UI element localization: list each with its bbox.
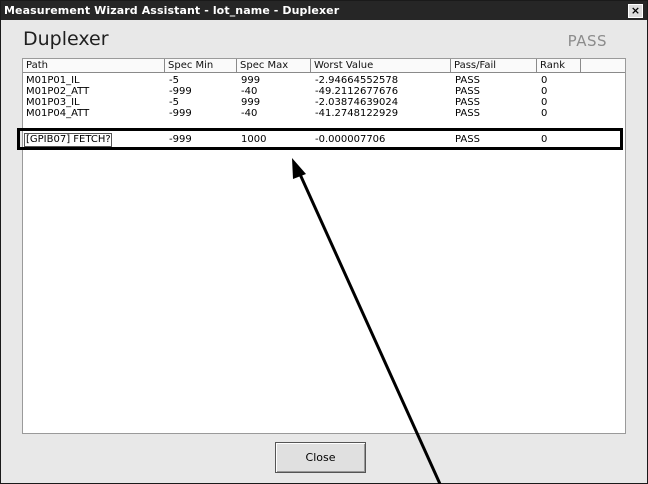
- cell-spec-min: -999: [169, 86, 192, 97]
- page-title: Duplexer: [23, 28, 109, 50]
- cell-worst-value: -49.2112677676: [315, 86, 399, 97]
- cell-rank: 0: [541, 97, 548, 108]
- cell-pass-fail: PASS: [455, 97, 480, 108]
- close-button[interactable]: Close: [275, 442, 366, 473]
- cell-worst-value: -2.03874639024: [315, 97, 399, 108]
- cell-rank: 0: [541, 86, 548, 97]
- cell-spec-max: 999: [241, 97, 261, 108]
- column-header-empty: [581, 59, 625, 73]
- cell-path: M01P03_IL: [26, 97, 80, 108]
- column-header-spec-min[interactable]: Spec Min: [165, 59, 237, 73]
- close-icon[interactable]: ×: [628, 4, 643, 18]
- cell-rank: 0: [541, 75, 548, 86]
- cell-path: M01P04_ATT: [26, 108, 90, 119]
- cell-spec-min: -999: [169, 108, 192, 119]
- cell-pass-fail: PASS: [455, 86, 480, 97]
- column-header-rank[interactable]: Rank: [537, 59, 581, 73]
- cell-path: M01P02_ATT: [26, 86, 90, 97]
- cell-pass-fail: PASS: [455, 108, 480, 119]
- cell-spec-min: -5: [169, 75, 179, 86]
- column-header-spec-max[interactable]: Spec Max: [237, 59, 311, 73]
- cell-rank: 0: [541, 108, 548, 119]
- column-header-worst-value[interactable]: Worst Value: [311, 59, 451, 73]
- cell-spec-max: -40: [241, 108, 258, 119]
- cell-worst-value: -41.2748122929: [315, 108, 399, 119]
- column-header-path[interactable]: Path: [23, 59, 165, 73]
- cell-path: M01P01_IL: [26, 75, 80, 86]
- dialog-window: Measurement Wizard Assistant - lot_name …: [0, 0, 648, 484]
- cell-worst-value: -2.94664552578: [315, 75, 399, 86]
- title-bar[interactable]: Measurement Wizard Assistant - lot_name …: [1, 1, 647, 20]
- column-header-pass-fail[interactable]: Pass/Fail: [451, 59, 537, 73]
- row-highlight-box: [17, 128, 623, 150]
- cell-pass-fail: PASS: [455, 75, 480, 86]
- cell-spec-min: -5: [169, 97, 179, 108]
- results-table: Path Spec Min Spec Max Worst Value Pass/…: [22, 58, 626, 434]
- cell-spec-max: -40: [241, 86, 258, 97]
- cell-spec-max: 999: [241, 75, 261, 86]
- window-title: Measurement Wizard Assistant - lot_name …: [4, 4, 340, 17]
- status-badge: PASS: [567, 32, 607, 50]
